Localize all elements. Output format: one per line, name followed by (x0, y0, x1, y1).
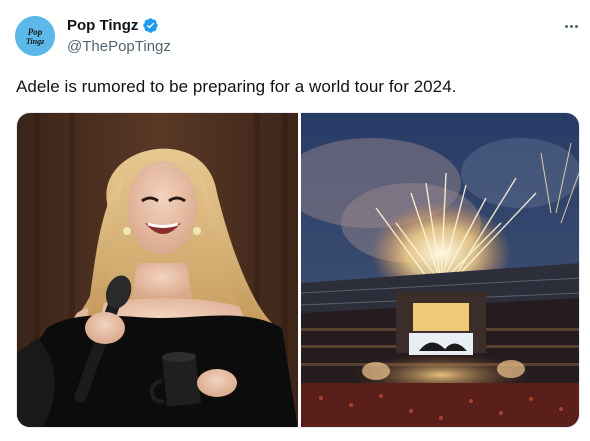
svg-text:Tingz: Tingz (26, 37, 45, 46)
author-name-row: Pop Tingz (67, 17, 159, 34)
author-handle[interactable]: @ThePopTingz (67, 38, 171, 55)
tweet-media[interactable] (16, 112, 580, 428)
tweet-card: Pop Tingz Pop Tingz @ThePopTingz Adele i… (0, 0, 590, 441)
tweet-text: Adele is rumored to be preparing for a w… (16, 77, 457, 96)
adele-singing-photo[interactable] (17, 113, 298, 427)
svg-text:Pop: Pop (28, 27, 43, 37)
stadium-concert-fireworks-photo[interactable] (301, 113, 579, 427)
author-avatar[interactable]: Pop Tingz (15, 16, 55, 56)
verified-badge-icon (142, 17, 159, 34)
pop-tingz-logo: Pop Tingz (15, 16, 55, 56)
author-display-name[interactable]: Pop Tingz (67, 17, 138, 34)
more-options-icon[interactable] (560, 18, 582, 34)
